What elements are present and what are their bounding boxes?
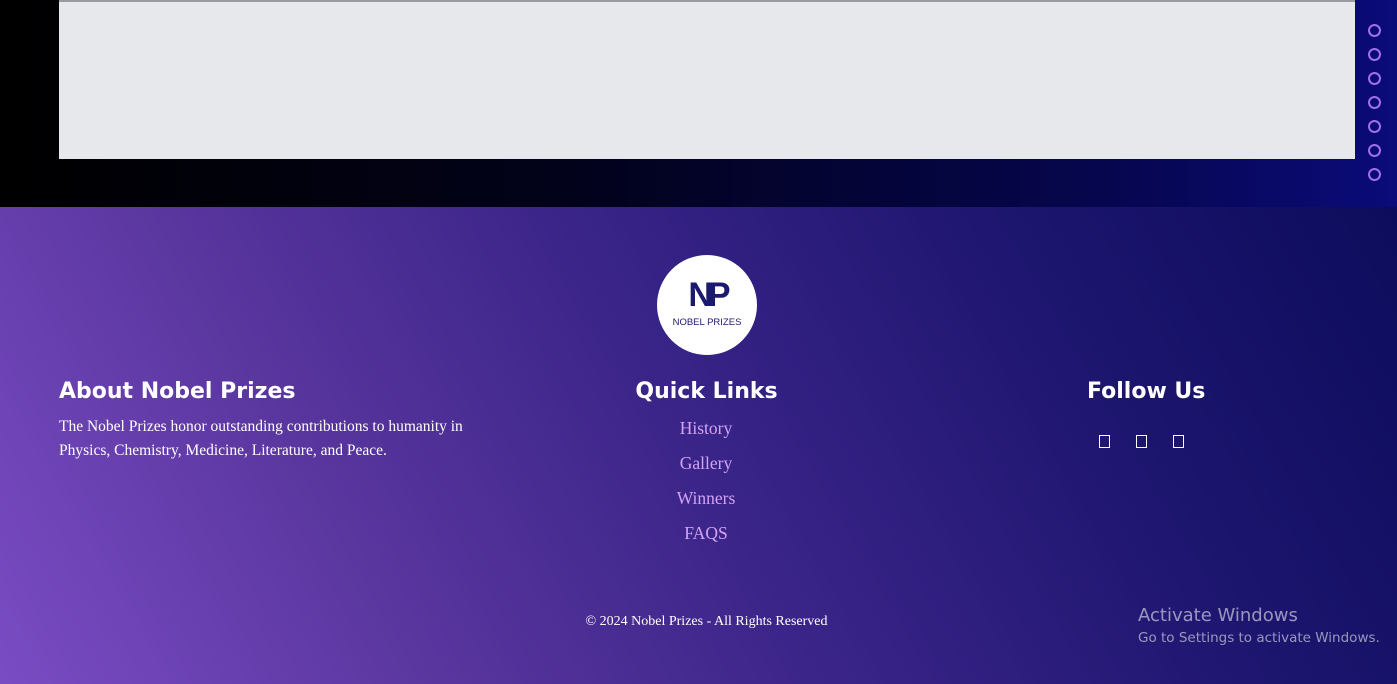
nobel-prizes-logo[interactable]: NP NOBEL PRIZES <box>657 255 757 355</box>
social-icon-1[interactable] <box>1099 435 1110 448</box>
logo-text: NOBEL PRIZES <box>672 317 742 328</box>
dot-nav-item-5[interactable] <box>1368 120 1381 133</box>
social-icon-3[interactable] <box>1173 435 1184 448</box>
link-winners[interactable]: Winners <box>606 485 806 520</box>
top-section <box>0 0 1397 207</box>
dot-nav-item-3[interactable] <box>1368 72 1381 85</box>
content-panel <box>59 0 1355 159</box>
dot-nav-item-1[interactable] <box>1368 24 1381 37</box>
activate-windows-watermark: Activate Windows Go to Settings to activ… <box>1138 604 1380 648</box>
dot-nav-item-2[interactable] <box>1368 48 1381 61</box>
follow-us-title: Follow Us <box>1087 379 1206 404</box>
quick-links-list: History Gallery Winners FAQS <box>606 415 806 555</box>
activate-windows-title: Activate Windows <box>1138 605 1298 626</box>
dot-navigation <box>1368 24 1382 192</box>
link-gallery[interactable]: Gallery <box>606 450 806 485</box>
dot-nav-item-7[interactable] <box>1368 168 1381 181</box>
dot-nav-item-6[interactable] <box>1368 144 1381 157</box>
link-faqs[interactable]: FAQS <box>606 520 806 555</box>
logo-mark: NP <box>688 276 730 314</box>
link-history[interactable]: History <box>606 415 806 450</box>
social-icons <box>1099 435 1206 453</box>
social-icon-2[interactable] <box>1136 435 1147 448</box>
about-text: The Nobel Prizes honor outstanding contr… <box>59 418 463 459</box>
dot-nav-item-4[interactable] <box>1368 96 1381 109</box>
activate-windows-subtitle: Go to Settings to activate Windows. <box>1138 630 1380 646</box>
footer: NP NOBEL PRIZES About Nobel Prizes The N… <box>0 207 1397 684</box>
